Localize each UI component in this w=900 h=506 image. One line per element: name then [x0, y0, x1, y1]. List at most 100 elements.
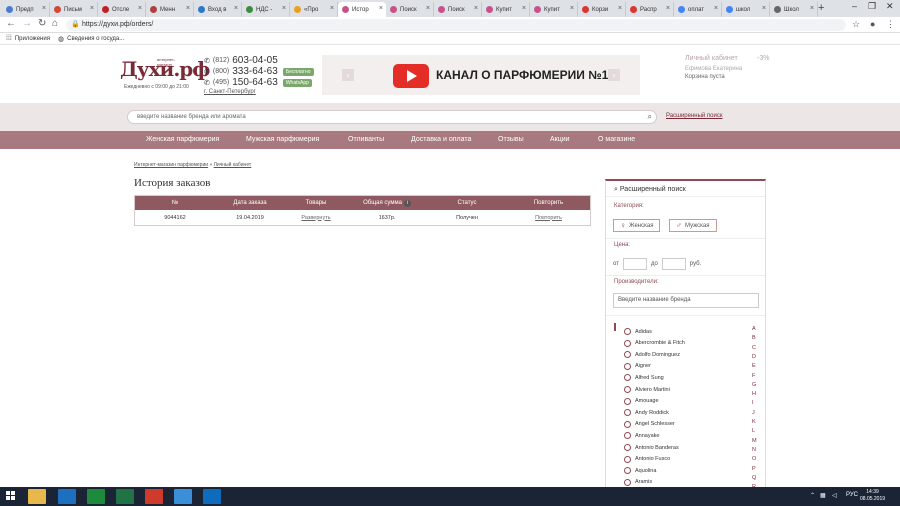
price-from-input[interactable] — [622, 258, 647, 270]
brand-checkbox[interactable] — [624, 420, 631, 428]
nav-delivery[interactable]: Доставка и оплата — [411, 136, 471, 143]
price-to-input[interactable] — [661, 258, 686, 270]
browser-tab[interactable]: Отсле × — [98, 2, 146, 17]
tab-close-icon[interactable]: × — [666, 5, 670, 12]
brand-checkbox[interactable] — [624, 478, 631, 486]
bookmark-gosuslugi[interactable]: ◍ Сведения о госуда... — [58, 35, 124, 43]
brand-checkbox[interactable] — [624, 339, 631, 347]
browser-tab[interactable]: школ × — [722, 2, 770, 17]
browser-tab[interactable]: Истор × — [338, 2, 386, 17]
alphabet-letter[interactable]: C — [752, 345, 756, 351]
brand-item[interactable]: Angel Schlesser — [624, 420, 675, 428]
brand-checkbox[interactable] — [624, 444, 631, 451]
brand-filter-input[interactable]: Введите название бренда — [613, 293, 759, 308]
browser-tab[interactable]: Менн × — [146, 2, 194, 17]
browser-tab[interactable]: Поиск × — [434, 2, 482, 17]
brand-checkbox[interactable] — [624, 467, 631, 475]
network-icon[interactable]: ▦ — [820, 492, 826, 499]
tab-close-icon[interactable]: × — [714, 5, 718, 12]
alphabet-letter[interactable]: E — [752, 363, 756, 369]
new-tab-button[interactable]: + — [818, 2, 824, 14]
browser-tab[interactable]: Вход в × — [194, 2, 242, 17]
city-selector[interactable]: г. Санкт-Петербург — [204, 89, 314, 95]
cart-status[interactable]: Корзина пуста — [685, 74, 785, 80]
brand-item[interactable]: Annayake — [624, 432, 659, 440]
file-explorer-icon[interactable] — [28, 489, 46, 504]
nav-decants[interactable]: Отливанты — [348, 136, 384, 143]
alphabet-letter[interactable]: I — [752, 400, 754, 406]
alphabet-letter[interactable]: B — [752, 335, 756, 341]
tab-close-icon[interactable]: × — [90, 5, 94, 12]
language-indicator[interactable]: РУС — [846, 492, 858, 498]
brand-item[interactable]: Alviero Martini — [624, 386, 670, 393]
brand-checkbox[interactable] — [624, 386, 631, 393]
back-icon[interactable]: ← — [6, 18, 16, 29]
account-link[interactable]: Личный кабинет — [685, 55, 785, 62]
repeat-order-link[interactable]: Повторить — [535, 215, 562, 221]
reload-icon[interactable]: ↻ — [38, 18, 46, 29]
alphabet-letter[interactable]: F — [752, 373, 755, 379]
browser-tab[interactable]: Письм × — [50, 2, 98, 17]
search-icon[interactable]: ⌕ — [648, 111, 652, 123]
breadcrumb-home[interactable]: Интернет-магазин парфюмерии — [134, 162, 208, 168]
browser-tab[interactable]: Купит × — [530, 2, 578, 17]
tab-close-icon[interactable]: × — [282, 5, 286, 12]
brand-item[interactable]: Aigner — [624, 362, 651, 370]
brand-item[interactable]: Abercrombie & Fitch — [624, 339, 685, 347]
customer-name[interactable]: Ефимова Екатерина — [685, 66, 785, 72]
tab-close-icon[interactable]: × — [42, 5, 46, 12]
brand-item[interactable]: Alfred Sung — [624, 374, 664, 382]
tab-close-icon[interactable]: × — [234, 5, 238, 12]
site-logo[interactable]: Духи.рф интернет-магазин Ежедневно с 09:… — [120, 57, 210, 90]
alphabet-letter[interactable]: M — [752, 438, 757, 444]
tray-arrow-icon[interactable]: ⌃ — [810, 492, 815, 499]
browser-tab[interactable]: Купит × — [482, 2, 530, 17]
tab-close-icon[interactable]: × — [330, 5, 334, 12]
brand-checkbox[interactable] — [624, 351, 631, 359]
brand-item[interactable]: Adolfo Dominguez — [624, 351, 680, 359]
nav-promotions[interactable]: Акции — [550, 136, 570, 143]
info-icon[interactable]: i — [403, 199, 411, 207]
alphabet-letter[interactable]: K — [752, 419, 756, 425]
brand-item[interactable]: Amouage — [624, 397, 659, 405]
tab-close-icon[interactable]: × — [810, 5, 814, 12]
browser-tab[interactable]: НДС - × — [242, 2, 290, 17]
brand-item[interactable]: Adidas — [624, 328, 652, 335]
list-scrollbar[interactable] — [614, 323, 616, 331]
browser-tab[interactable]: Школ × — [770, 2, 818, 17]
advanced-search-link[interactable]: Расширенный поиск — [666, 113, 723, 119]
tab-close-icon[interactable]: × — [762, 5, 766, 12]
star-icon[interactable]: ☆ — [852, 19, 860, 30]
alphabet-letter[interactable]: P — [752, 466, 756, 472]
banner-prev-icon[interactable]: ‹ — [342, 69, 354, 81]
system-clock[interactable]: 14:39 08.05.2019 — [860, 489, 885, 503]
brand-item[interactable]: Antonio Banderas — [624, 444, 679, 451]
outlook-icon[interactable] — [203, 489, 221, 504]
brand-checkbox[interactable] — [624, 328, 631, 335]
female-filter-button[interactable]: ♀ Женская — [613, 219, 661, 232]
brand-item[interactable]: Aramis — [624, 478, 652, 486]
tab-close-icon[interactable]: × — [138, 5, 142, 12]
forward-icon[interactable]: → — [22, 18, 32, 29]
maximize-icon[interactable]: ❐ — [868, 1, 876, 12]
breadcrumb-current[interactable]: Личный кабинет — [214, 162, 252, 168]
tab-close-icon[interactable]: × — [186, 5, 190, 12]
tab-close-icon[interactable]: × — [474, 5, 478, 12]
profile-icon[interactable]: ● — [870, 19, 875, 29]
tab-close-icon[interactable]: × — [522, 5, 526, 12]
pdf-app-icon[interactable] — [145, 489, 163, 504]
brand-checkbox[interactable] — [624, 374, 631, 382]
tab-close-icon[interactable]: × — [618, 5, 622, 12]
url-input[interactable]: 🔒 https://духи.рф/orders/ — [66, 19, 846, 31]
nav-women[interactable]: Женская парфюмерия — [146, 136, 219, 143]
banner-next-icon[interactable]: › — [608, 69, 620, 81]
alphabet-letter[interactable]: G — [752, 382, 756, 388]
tab-close-icon[interactable]: × — [426, 5, 430, 12]
nav-reviews[interactable]: Отзывы — [498, 136, 524, 143]
alphabet-letter[interactable]: D — [752, 354, 756, 360]
tab-close-icon[interactable]: × — [379, 5, 383, 12]
alphabet-letter[interactable]: J — [752, 410, 755, 416]
browser-tab[interactable]: оплат × — [674, 2, 722, 17]
phone-number[interactable]: 150-64-63 — [232, 77, 278, 88]
male-filter-button[interactable]: ♂ Мужская — [669, 219, 717, 232]
